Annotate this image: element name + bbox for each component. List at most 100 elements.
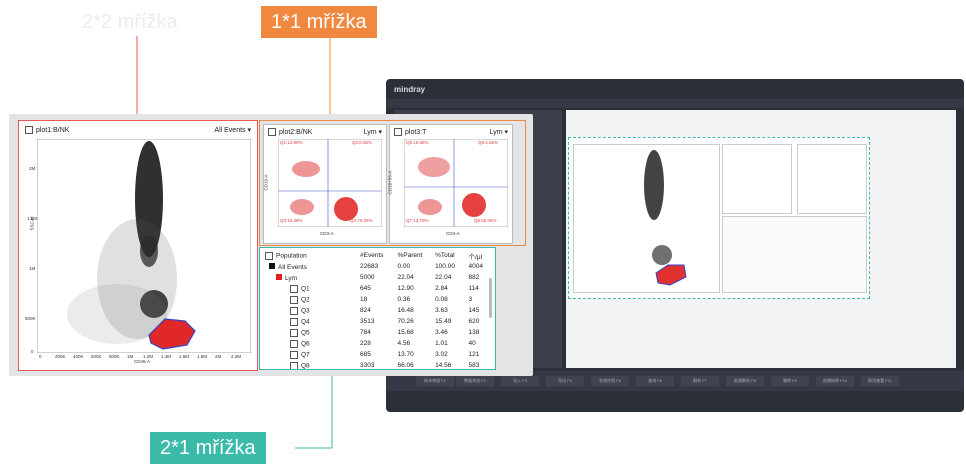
cell: 66.06 [397, 362, 414, 369]
cell: 70.26 [397, 318, 414, 325]
table-row[interactable]: Q2 18 0.36 0.08 3 [262, 294, 495, 305]
cell: 784 [360, 329, 371, 336]
mini-scatter [644, 150, 687, 286]
cell: 5000 [360, 274, 375, 281]
table-row[interactable]: All Events 22683 0.00 100.00 4004 [262, 261, 495, 272]
cell: 4004 [468, 263, 484, 270]
menu-bar [386, 99, 964, 108]
row-name: Q3 [301, 307, 310, 315]
embedded-layout-preview [568, 137, 870, 299]
col-per-ul: 个/μl [468, 253, 483, 261]
fkey-button[interactable]: 创建结果 F10 [816, 376, 854, 386]
y-tick: 2M [29, 166, 36, 171]
row-name: Q1 [301, 285, 310, 293]
x-tick: 1.4M [161, 354, 172, 359]
cell: 16.48 [397, 307, 414, 314]
quadrant-label: Q6:4.56% [478, 140, 499, 145]
col-events: #Events [360, 252, 384, 259]
plot3-cell: plot3:T Lym ▾ Q5:15.68% Q6:4.56% Q7:13.7… [387, 124, 513, 244]
plot3-gate-select[interactable]: Lym ▾ [490, 128, 508, 136]
table-row[interactable]: Q8 3303 66.06 14.56 583 [262, 360, 495, 370]
plot2-xlabel: CD3-A [320, 231, 334, 236]
cell: 228 [360, 340, 371, 347]
cell: 0.36 [397, 296, 411, 303]
table-row[interactable]: Q3 824 16.48 3.63 145 [262, 305, 495, 316]
cell: 1.01 [435, 340, 448, 347]
checkbox[interactable] [25, 126, 33, 134]
x-tick: 1.6M [179, 354, 190, 359]
table-row[interactable]: Q6 228 4.56 1.01 40 [262, 338, 495, 349]
cell: 583 [468, 362, 480, 369]
mini-plot2 [722, 144, 792, 214]
quadrant-icon [290, 317, 298, 326]
row-name: Q2 [301, 296, 310, 304]
x-tick: 0 [39, 354, 42, 359]
cell: 0.08 [435, 296, 448, 303]
table-row[interactable]: Q1 645 12.90 2.84 114 [262, 283, 495, 294]
plot2-gate: Lym [363, 129, 377, 136]
plot2-ylabel: CD19-A [263, 174, 269, 191]
brand-logo: mindray [394, 85, 426, 94]
checkbox[interactable] [265, 251, 273, 260]
quadrant-label: Q2:0.36% [352, 140, 373, 145]
cell: 121 [468, 351, 480, 358]
x-tick: 200K [55, 354, 66, 359]
cell: 4.56 [397, 340, 411, 347]
cell: 2.84 [435, 285, 448, 292]
table-row[interactable]: Lym 5000 22.04 22.04 882 [262, 272, 495, 283]
table-row[interactable]: Q5 784 15.68 3.46 138 [262, 327, 495, 338]
cell: 13.70 [397, 351, 414, 358]
fkey-button[interactable]: 在线作图 F5 [591, 376, 629, 386]
plot2-gate-select[interactable]: Lym ▾ [364, 128, 382, 136]
x-tick: 1.2M [143, 354, 154, 359]
plot3-scatter [404, 139, 508, 227]
cell: 15.49 [435, 318, 452, 325]
fkey-button[interactable]: 样本审核 F1 [416, 376, 454, 386]
cell: 3303 [360, 362, 375, 369]
fkey-button[interactable]: 解析 F7 [681, 376, 719, 386]
fkey-button[interactable]: 数据浏览 F2 [456, 376, 494, 386]
y-tick: 500K [25, 316, 36, 321]
cell: 3513 [360, 318, 375, 325]
table-scrollbar[interactable] [489, 278, 492, 318]
population-table-cell: Population #Events %Parent %Total 个/μl A… [259, 247, 496, 370]
x-tick: 600K [91, 354, 102, 359]
checkbox[interactable] [394, 128, 402, 136]
plot1-title: plot1:B/NK [36, 126, 70, 134]
cell: 3.46 [435, 329, 448, 336]
cell: 40 [468, 340, 476, 347]
y-tick: 1.5M [27, 216, 38, 221]
plot3-ylabel: CD16+56-A [387, 170, 393, 195]
fkey-button[interactable]: 导出 F4 [546, 376, 584, 386]
table-row[interactable]: Q4 3513 70.26 15.49 620 [262, 316, 495, 327]
checkbox[interactable] [268, 128, 276, 136]
fkey-button[interactable]: 导入 F3 [501, 376, 539, 386]
cell: 14.56 [435, 362, 452, 369]
col-parent: %Parent [397, 252, 423, 259]
table-header-row: Population #Events %Parent %Total 个/μl [262, 250, 495, 261]
x-tick: 1M [127, 354, 134, 359]
layout-panel: plot1:B/NK All Events ▾ SSC-H CD45-A 0 2… [9, 114, 533, 376]
table-row[interactable]: Q7 685 13.70 3.02 121 [262, 349, 495, 360]
row-name: Q6 [301, 340, 310, 348]
plot3-title-wrap: plot3:T [394, 128, 426, 136]
plot1-gate-select[interactable]: All Events ▾ [214, 126, 251, 134]
plot1-title-wrap: plot1:B/NK [25, 126, 69, 134]
row-name: Q8 [301, 362, 310, 370]
mini-plot3 [797, 144, 867, 214]
fkey-button[interactable]: 删除 F9 [771, 376, 809, 386]
plot2-cell: plot2:B/NK Lym ▾ Q1:12.90% Q2:0.36% Q3:1… [263, 124, 387, 244]
cell: 685 [360, 351, 371, 358]
fkey-button[interactable]: 批量解析 F8 [726, 376, 764, 386]
cell: 3.02 [435, 351, 448, 358]
quadrant-icon [290, 306, 298, 315]
plot1-scatter [37, 139, 251, 353]
plot1-gate: All Events [214, 127, 246, 134]
row-name: All Events [278, 263, 307, 271]
cell: 12.90 [397, 285, 414, 292]
fkey-button[interactable]: 查询 F6 [636, 376, 674, 386]
cell: 3.63 [435, 307, 448, 314]
fkey-button[interactable]: 取消查看 F11 [861, 376, 899, 386]
quadrant-label: Q4:70.26% [350, 218, 373, 223]
black-swatch-icon [269, 262, 275, 269]
